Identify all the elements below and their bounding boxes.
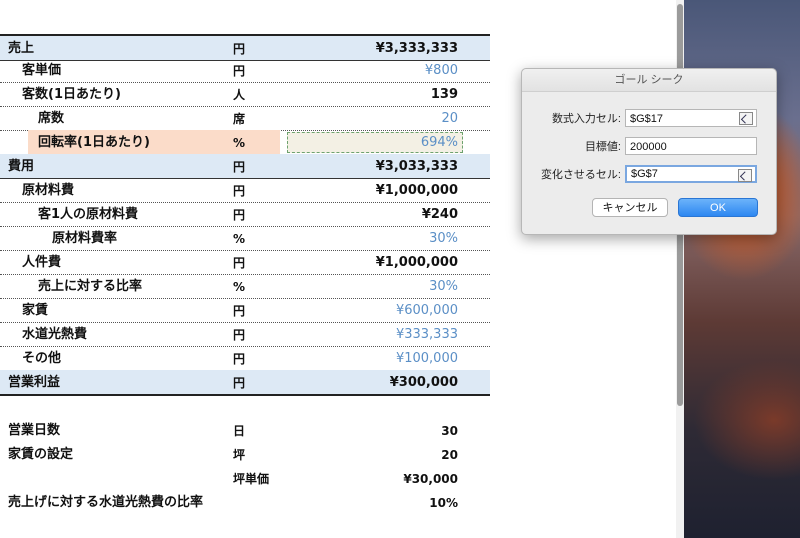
row-unit: 坪単価	[233, 472, 270, 486]
row-unit: %	[233, 136, 246, 150]
table-row[interactable]: 席数 席 20	[0, 106, 490, 131]
row-unit: 坪	[233, 448, 246, 462]
table-row-selected[interactable]: 回転率(1日あたり) % 694%	[0, 130, 490, 155]
table-row[interactable]: 客数(1日あたり) 人 139	[0, 82, 490, 107]
table-row[interactable]: 原材料費率 % 30%	[0, 226, 490, 251]
changing-cell-row: 変化させるセル: $G$7	[522, 165, 776, 185]
row-unit: 席	[233, 112, 246, 126]
table-row[interactable]: 坪単価 ¥30,000	[0, 466, 490, 490]
cancel-button[interactable]: キャンセル	[592, 198, 668, 217]
row-value: ¥333,333	[395, 327, 458, 342]
table-row[interactable]: 家賃の設定 坪 20	[0, 442, 490, 466]
row-unit: 人	[233, 88, 246, 102]
table-row[interactable]: 費用 円 ¥3,033,333	[0, 154, 490, 179]
to-value-value: 200000	[630, 141, 667, 153]
row-value: 30	[441, 424, 458, 438]
row-label: 営業利益	[8, 375, 61, 390]
to-value-row: 目標値: 200000	[522, 137, 776, 157]
row-value: ¥30,000	[403, 472, 458, 486]
row-value: ¥600,000	[395, 303, 458, 318]
to-value-input[interactable]: 200000	[625, 137, 757, 155]
row-unit: 円	[233, 160, 246, 174]
row-unit: 円	[233, 208, 246, 222]
row-label: 席数	[38, 111, 65, 126]
table-row[interactable]: 原材料費 円 ¥1,000,000	[0, 178, 490, 203]
changing-cell-label: 変化させるセル:	[540, 169, 621, 181]
row-label: 売上げに対する水道光熱費の比率	[8, 495, 204, 510]
row-label: 営業日数	[8, 423, 61, 438]
row-unit: 円	[233, 352, 246, 366]
to-value-label: 目標値:	[584, 141, 621, 153]
row-label: 原材料費	[22, 183, 75, 198]
row-value: ¥1,000,000	[375, 255, 458, 270]
table-row[interactable]: 家賃 円 ¥600,000	[0, 298, 490, 323]
table-row[interactable]: 営業日数 日 30	[0, 418, 490, 442]
row-value: ¥3,333,333	[375, 41, 458, 56]
row-unit: %	[233, 280, 246, 294]
row-unit: 円	[233, 184, 246, 198]
row-label: 家賃	[22, 303, 49, 318]
ok-button[interactable]: OK	[678, 198, 758, 217]
row-unit: 円	[233, 376, 246, 390]
goal-seek-dialog: ゴール シーク 数式入力セル: $G$17 目標値: 200000 変化させるセ…	[521, 68, 777, 235]
set-cell-input[interactable]: $G$17	[625, 109, 757, 127]
row-value: 694%	[420, 135, 458, 150]
table-row[interactable]: 水道光熱費 円 ¥333,333	[0, 322, 490, 347]
row-value: 20	[441, 448, 458, 462]
row-value: ¥3,033,333	[375, 159, 458, 174]
row-label: 客単価	[22, 63, 62, 78]
row-unit: 日	[233, 424, 246, 438]
table-row[interactable]: 人件費 円 ¥1,000,000	[0, 250, 490, 275]
set-cell-label: 数式入力セル:	[551, 113, 621, 125]
collapse-dialog-icon[interactable]	[738, 169, 752, 182]
set-cell-value: $G$17	[630, 113, 664, 125]
row-label: 原材料費率	[52, 231, 118, 246]
row-unit: %	[233, 232, 246, 246]
row-unit: 円	[233, 328, 246, 342]
row-label: 客数(1日あたり)	[22, 87, 121, 102]
row-unit: 円	[233, 256, 246, 270]
row-label: 売上	[8, 41, 35, 56]
row-unit: 円	[233, 64, 246, 78]
row-value: ¥100,000	[395, 351, 458, 366]
table-row[interactable]: 客1人の原材料費 円 ¥240	[0, 202, 490, 227]
table-row[interactable]: 営業利益 円 ¥300,000	[0, 370, 490, 396]
table-row[interactable]: 売上げに対する水道光熱費の比率 10%	[0, 490, 490, 514]
row-label: 費用	[8, 159, 35, 174]
row-value: ¥800	[424, 63, 458, 78]
table-row[interactable]: 売上に対する比率 % 30%	[0, 274, 490, 299]
row-unit: 円	[233, 42, 246, 56]
table-row[interactable]: 客単価 円 ¥800	[0, 58, 490, 83]
table-row[interactable]: その他 円 ¥100,000	[0, 346, 490, 371]
row-value: 139	[430, 87, 458, 102]
row-value: 20	[441, 111, 458, 126]
row-value: 10%	[429, 496, 458, 510]
collapse-dialog-icon[interactable]	[739, 112, 753, 125]
row-label: 家賃の設定	[8, 447, 74, 462]
row-value: 30%	[429, 279, 458, 294]
row-value: 30%	[429, 231, 458, 246]
table-row[interactable]: 売上 円 ¥3,333,333	[0, 34, 490, 61]
row-unit: 円	[233, 304, 246, 318]
row-value: ¥300,000	[389, 375, 458, 390]
row-label: 人件費	[22, 255, 62, 270]
row-value: ¥1,000,000	[375, 183, 458, 198]
row-label: 水道光熱費	[22, 327, 88, 342]
changing-cell-input[interactable]: $G$7	[625, 165, 757, 183]
set-cell-row: 数式入力セル: $G$17	[522, 109, 776, 129]
row-label: 回転率(1日あたり)	[38, 135, 150, 150]
changing-cell-value: $G$7	[631, 168, 658, 180]
row-value: ¥240	[421, 207, 458, 222]
row-label: 客1人の原材料費	[38, 207, 139, 222]
row-label: 売上に対する比率	[38, 279, 143, 294]
dialog-title: ゴール シーク	[522, 69, 776, 92]
row-label: その他	[22, 351, 62, 366]
